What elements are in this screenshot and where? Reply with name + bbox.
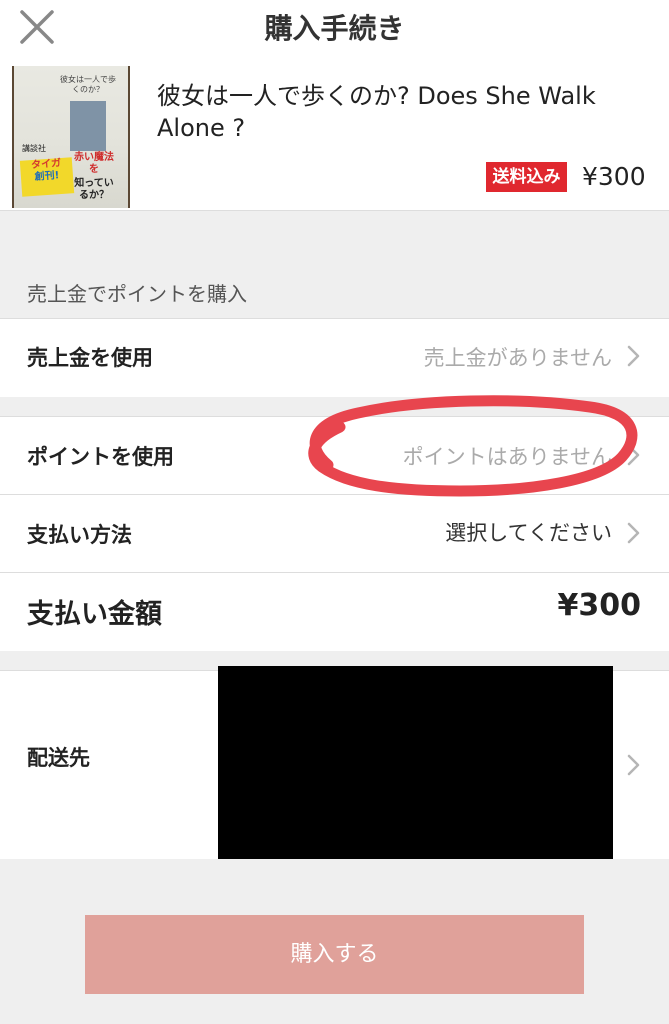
payment-method-value: 選択してください [445,521,612,545]
shipping-address-label: 配送先 [27,746,90,770]
payment-total-label: 支払い金額 [27,599,162,630]
book-cover-publisher: 講談社 [22,144,46,153]
redacted-address [218,666,613,859]
book-cover-title: 彼女は一人で歩くのか？ [60,75,116,94]
page-title: 購入手続き [264,12,405,45]
use-sales-value: 売上金がありません [423,346,612,370]
book-cover-brand: タイガ 創刊! [19,157,75,197]
book-cover-cutout [70,101,106,151]
product-title: 彼女は一人で歩くのか? Does She Walk Alone ? [157,82,596,142]
book-cover-black-text: 知っているか？ [74,178,114,201]
product-price: ¥300 [582,162,646,191]
chevron-right-icon [627,754,640,776]
section-caption: 売上金でポイントを購入 [27,282,247,306]
use-points-label: ポイントを使用 [27,445,174,469]
chevron-right-icon [627,522,640,544]
shipping-included-badge: 送料込み [486,162,567,192]
book-cover-red-text: 赤い魔法を [74,152,114,175]
annotation-circle [308,395,638,497]
chevron-right-icon [627,345,640,367]
payment-method-label: 支払い方法 [27,523,132,547]
book-cover: 彼女は一人で歩くのか？ 講談社 タイガ 創刊! 赤い魔法を 知っているか？ [12,66,130,208]
use-sales-label: 売上金を使用 [27,346,153,370]
purchase-button[interactable]: 購入する [85,915,584,994]
payment-total-value: ¥300 [557,588,642,623]
book-cover-brand-suffix: 創刊! [34,170,60,183]
